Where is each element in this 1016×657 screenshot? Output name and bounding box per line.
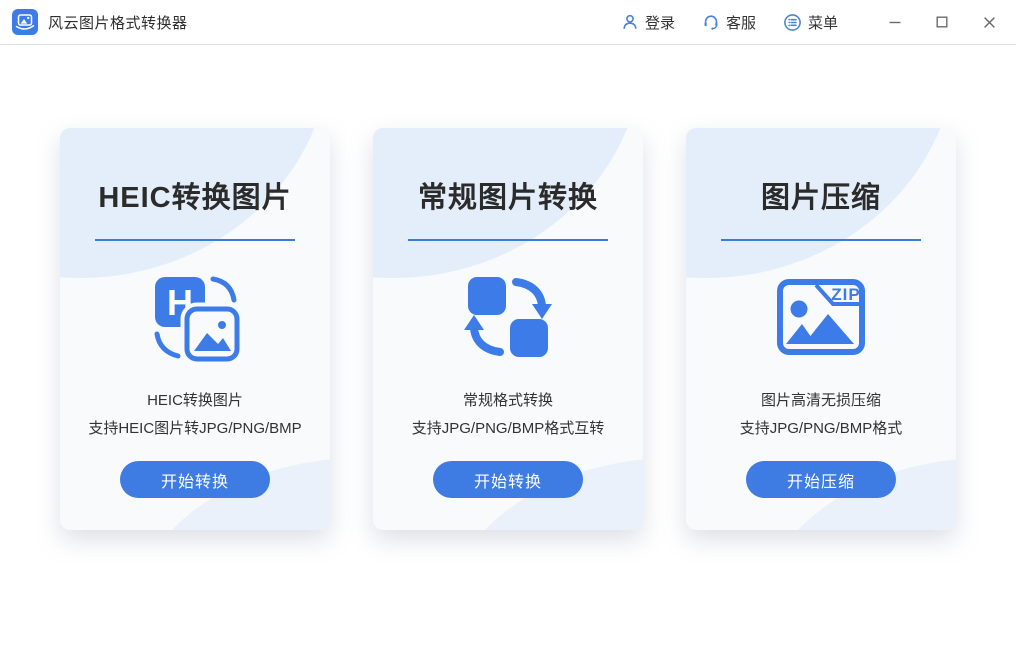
title-underline [95,239,295,241]
swap-squares-icon [458,267,558,367]
login-label: 登录 [645,12,675,33]
card-description: HEIC转换图片 支持HEIC图片转JPG/PNG/BMP [88,387,301,443]
menu-label: 菜单 [808,12,838,33]
login-button[interactable]: 登录 [621,12,675,33]
user-icon [621,13,639,31]
customer-service-label: 客服 [726,12,756,33]
app-logo-icon [12,9,38,35]
customer-service-button[interactable]: 客服 [702,12,756,33]
menu-button[interactable]: 菜单 [783,12,838,33]
close-button[interactable] [972,0,1006,44]
card-desc-line2: 支持JPG/PNG/BMP格式互转 [412,415,605,443]
card-image-compress: 图片压缩 ZIP 图片高清无损压缩 支持JPG/PNG/BMP格式 开始压缩 [686,128,956,530]
card-desc-line1: 图片高清无损压缩 [740,387,903,415]
titlebar-actions: 登录 客服 菜单 [621,0,1016,44]
feature-cards: HEIC转换图片 H HEIC转换图片 支持HEIC图片转JPG/PNG/BMP… [0,128,1016,530]
headset-icon [702,13,720,31]
close-icon [983,16,996,29]
maximize-icon [936,16,948,28]
card-title: HEIC转换图片 [98,174,291,216]
card-title: 常规图片转换 [418,174,598,216]
app-title: 风云图片格式转换器 [48,12,188,33]
minimize-icon [889,16,901,28]
card-desc-line2: 支持HEIC图片转JPG/PNG/BMP [88,415,301,443]
title-underline [721,239,921,241]
heic-image-icon: H [145,267,245,367]
start-convert-button-heic[interactable]: 开始转换 [120,461,270,498]
window-controls [865,0,1006,44]
card-desc-line1: HEIC转换图片 [88,387,301,415]
card-description: 常规格式转换 支持JPG/PNG/BMP格式互转 [412,387,605,443]
card-desc-line2: 支持JPG/PNG/BMP格式 [740,415,903,443]
zip-image-icon: ZIP [771,267,871,367]
zip-label: ZIP [831,285,860,304]
maximize-button[interactable] [925,0,959,44]
menu-list-icon [783,13,802,32]
titlebar: 风云图片格式转换器 登录 客服 [0,0,1016,45]
card-description: 图片高清无损压缩 支持JPG/PNG/BMP格式 [740,387,903,443]
minimize-button[interactable] [878,0,912,44]
card-title: 图片压缩 [761,174,881,216]
start-compress-button[interactable]: 开始压缩 [746,461,896,498]
title-underline [408,239,608,241]
card-heic-convert: HEIC转换图片 H HEIC转换图片 支持HEIC图片转JPG/PNG/BMP… [60,128,330,530]
card-desc-line1: 常规格式转换 [412,387,605,415]
card-regular-convert: 常规图片转换 常规格式转换 支持JPG/PNG/BMP格式互转 开始转换 [373,128,643,530]
start-convert-button-regular[interactable]: 开始转换 [433,461,583,498]
